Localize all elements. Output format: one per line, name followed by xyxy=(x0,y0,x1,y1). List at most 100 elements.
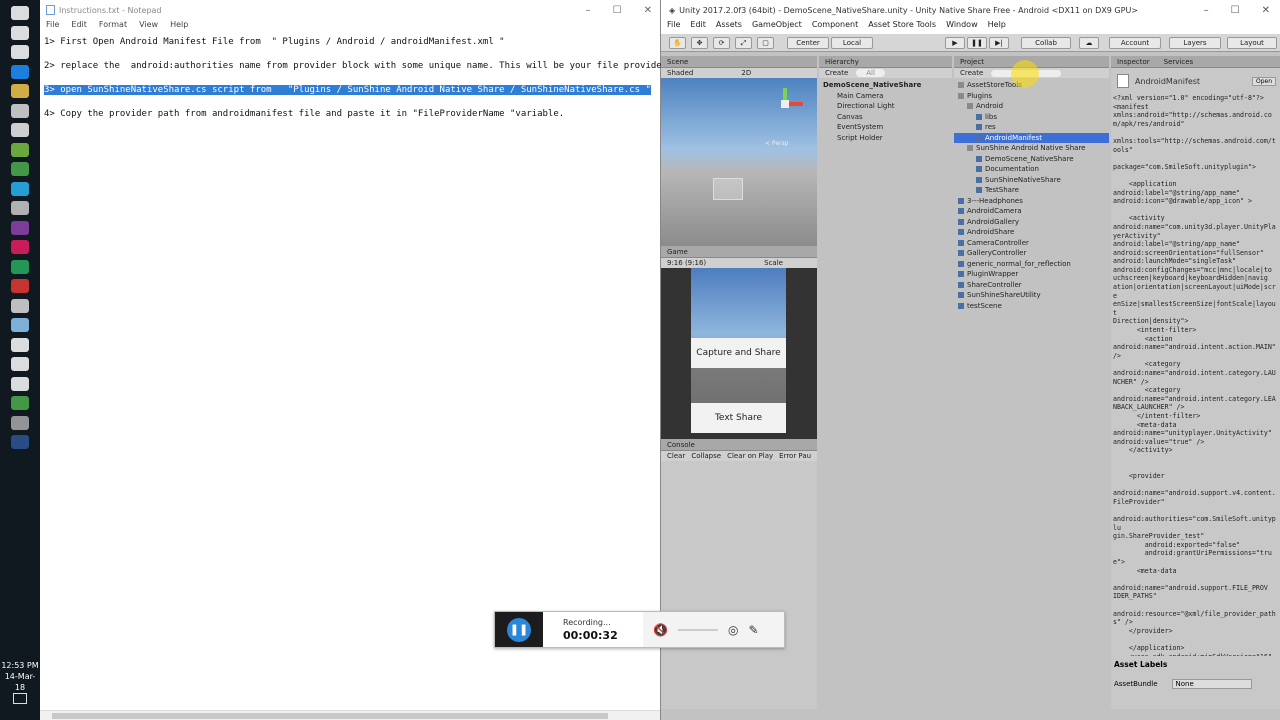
menu-file[interactable]: File xyxy=(667,20,680,34)
minimize-icon[interactable]: – xyxy=(1204,5,1209,16)
close-icon[interactable]: ✕ xyxy=(644,5,652,16)
edge-icon[interactable] xyxy=(11,64,29,79)
app-icon[interactable] xyxy=(11,298,29,313)
project-item[interactable]: AndroidManifest xyxy=(954,132,1109,143)
menu-asset-store-tools[interactable]: Asset Store Tools xyxy=(868,20,936,34)
windows-icon[interactable] xyxy=(11,6,29,20)
step-icon[interactable]: ▶| xyxy=(989,37,1009,49)
tab-console[interactable]: Console xyxy=(661,439,817,451)
layers-button[interactable]: Layers xyxy=(1169,37,1221,49)
project-item[interactable]: res xyxy=(954,122,1109,133)
tab-scene[interactable]: Scene xyxy=(661,56,817,68)
project-item[interactable]: DemoScene_NativeShare xyxy=(954,154,1109,165)
move-tool-icon[interactable]: ✥ xyxy=(691,37,708,49)
hierarchy-item[interactable]: Canvas xyxy=(823,112,952,123)
open-button[interactable]: Open xyxy=(1251,76,1276,86)
scene-gizmo[interactable] xyxy=(769,88,805,124)
tab-inspector[interactable]: Inspector xyxy=(1117,58,1150,66)
hierarchy-item[interactable]: Directional Light xyxy=(823,101,952,112)
app-icon[interactable] xyxy=(11,201,29,215)
project-item[interactable]: libs xyxy=(954,112,1109,123)
chrome-icon[interactable] xyxy=(11,162,29,176)
app-icon[interactable] xyxy=(11,279,29,293)
create-dropdown[interactable]: Create xyxy=(825,69,848,77)
project-item[interactable]: SunShine Android Native Share xyxy=(954,143,1109,154)
android-icon[interactable] xyxy=(11,142,29,157)
app-icon[interactable] xyxy=(11,357,29,371)
menu-help[interactable]: Help xyxy=(170,20,188,34)
scale-tool-icon[interactable]: ⤢ xyxy=(735,37,752,49)
create-dropdown[interactable]: Create xyxy=(960,69,983,77)
menu-help[interactable]: Help xyxy=(988,20,1006,34)
task-view-icon[interactable] xyxy=(11,45,29,59)
minimize-icon[interactable]: – xyxy=(586,5,591,16)
menu-assets[interactable]: Assets xyxy=(716,20,742,34)
pause-button[interactable]: ❚❚ xyxy=(495,612,543,647)
clock[interactable]: 12:53 PM 14-Mar-18 xyxy=(0,660,40,693)
app-icon[interactable] xyxy=(11,181,29,196)
cortana-icon[interactable] xyxy=(11,25,29,40)
scene-root[interactable]: DemoScene_NativeShare xyxy=(823,80,952,91)
project-item[interactable]: ShareController xyxy=(954,280,1109,291)
rotate-tool-icon[interactable]: ⟳ xyxy=(713,37,730,49)
chrome-icon[interactable] xyxy=(11,396,29,410)
project-item[interactable]: GalleryController xyxy=(954,248,1109,259)
assetbundle-dropdown[interactable]: None xyxy=(1171,679,1252,689)
app-icon[interactable] xyxy=(11,376,29,391)
visual-studio-icon[interactable] xyxy=(11,220,29,235)
pause-icon[interactable]: ❚❚ xyxy=(967,37,987,49)
mail-icon[interactable] xyxy=(11,123,29,137)
collapse-button[interactable]: Collapse xyxy=(691,452,721,460)
app-icon[interactable] xyxy=(11,259,29,274)
project-item[interactable]: generic_normal_for_reflection xyxy=(954,259,1109,270)
text-share-button[interactable]: Text Share xyxy=(691,403,786,433)
menu-edit[interactable]: Edit xyxy=(690,20,706,34)
2d-toggle[interactable]: 2D xyxy=(741,69,751,77)
play-icon[interactable]: ▶ xyxy=(945,37,965,49)
menu-window[interactable]: Window xyxy=(946,20,978,34)
hierarchy-item[interactable]: Main Camera xyxy=(823,91,952,102)
capture-and-share-button[interactable]: Capture and Share xyxy=(691,338,786,368)
project-item[interactable]: SunShineNativeShare xyxy=(954,175,1109,186)
store-icon[interactable] xyxy=(11,103,29,118)
hand-tool-icon[interactable]: ✋ xyxy=(669,37,686,49)
maximize-icon[interactable]: ☐ xyxy=(613,5,622,16)
volume-slider[interactable] xyxy=(677,628,718,631)
action-center-icon[interactable] xyxy=(13,693,27,704)
menu-component[interactable]: Component xyxy=(812,20,858,34)
explorer-icon[interactable] xyxy=(11,84,29,98)
project-item[interactable]: PluginWrapper xyxy=(954,269,1109,280)
project-item[interactable]: Documentation xyxy=(954,164,1109,175)
app-icon[interactable] xyxy=(11,240,29,254)
project-item[interactable]: SunShineShareUtility xyxy=(954,290,1109,301)
app-icon[interactable] xyxy=(11,337,29,352)
tab-game[interactable]: Game xyxy=(661,246,817,258)
account-button[interactable]: Account xyxy=(1109,37,1161,49)
pivot-center-button[interactable]: Center xyxy=(787,37,829,49)
menu-file[interactable]: File xyxy=(46,20,59,34)
mute-icon[interactable]: 🔇 xyxy=(653,623,668,637)
layout-button[interactable]: Layout xyxy=(1227,37,1277,49)
tab-services[interactable]: Services xyxy=(1164,58,1194,66)
scene-viewport[interactable]: < Persp xyxy=(661,78,817,248)
shaded-dropdown[interactable]: Shaded xyxy=(667,69,693,77)
scale-slider[interactable]: Scale xyxy=(764,259,783,267)
project-item[interactable]: 3---Headphones xyxy=(954,196,1109,207)
tab-hierarchy[interactable]: Hierarchy xyxy=(819,56,952,68)
project-item[interactable]: AndroidCamera xyxy=(954,206,1109,217)
pivot-local-button[interactable]: Local xyxy=(831,37,873,49)
rect-tool-icon[interactable]: ▢ xyxy=(757,37,774,49)
project-item[interactable]: testScene xyxy=(954,301,1109,312)
clear-on-play-button[interactable]: Clear on Play xyxy=(727,452,773,460)
close-icon[interactable]: ✕ xyxy=(1262,5,1270,16)
menu-edit[interactable]: Edit xyxy=(71,20,87,34)
clear-button[interactable]: Clear xyxy=(667,452,685,460)
menu-format[interactable]: Format xyxy=(99,20,127,34)
error-pause-button[interactable]: Error Pau xyxy=(779,452,811,460)
word-icon[interactable] xyxy=(11,435,29,449)
text-editor[interactable]: 1> First Open Android Manifest File from… xyxy=(40,34,667,134)
collab-button[interactable]: Collab xyxy=(1021,37,1071,49)
hierarchy-item[interactable]: EventSystem xyxy=(823,122,952,133)
hierarchy-search[interactable]: All xyxy=(856,69,885,77)
app-icon[interactable] xyxy=(11,318,29,332)
